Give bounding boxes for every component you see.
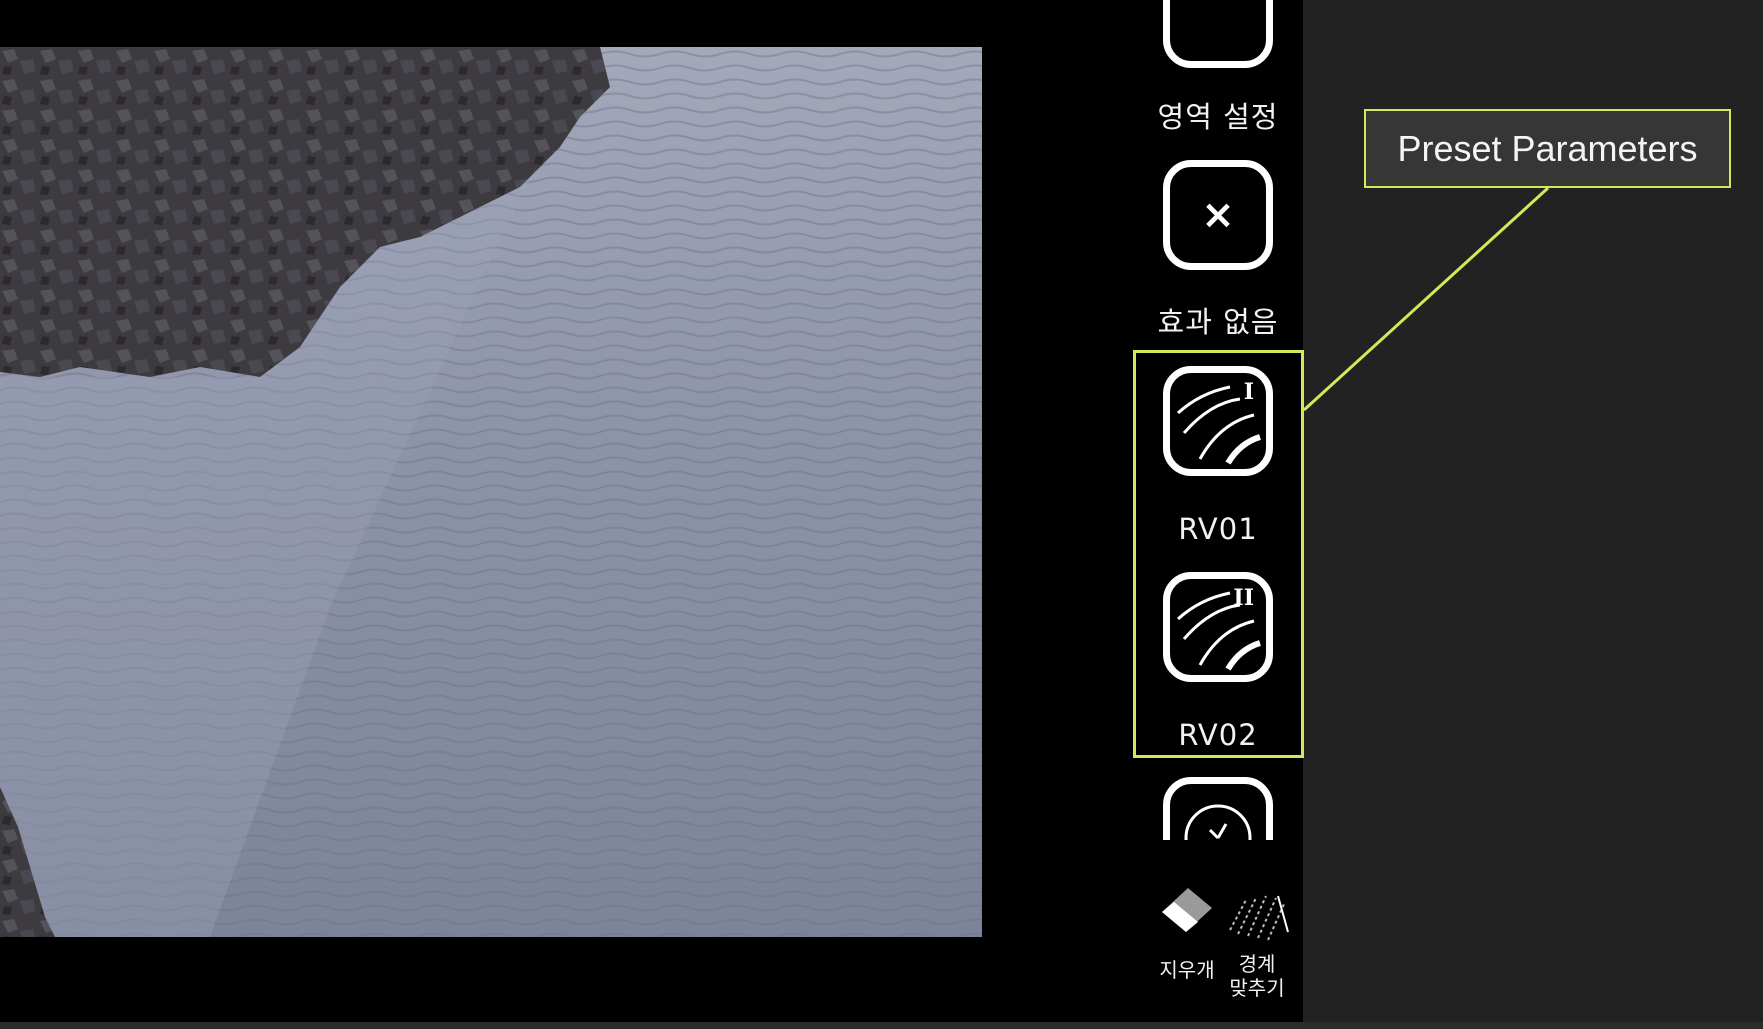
area-setting-icon[interactable] xyxy=(1163,0,1273,68)
photo-image xyxy=(0,47,982,937)
preset-partial-button[interactable] xyxy=(1150,770,1290,840)
eraser-icon xyxy=(1162,888,1212,932)
area-setting-label: 영역 설정 xyxy=(1157,100,1279,134)
app-window: 영역 설정 × 효과 없음 I RV01 II RV02 지우개 경계 맞추기 xyxy=(0,0,1304,1022)
preset-parameters-callout: Preset Parameters xyxy=(1364,109,1731,188)
close-icon: × xyxy=(1201,192,1235,238)
eraser-button[interactable]: 지우개 xyxy=(1152,880,1222,982)
eraser-label: 지우개 xyxy=(1159,958,1215,982)
bottom-strip xyxy=(0,1022,1763,1029)
edge-fit-button[interactable]: 경계 맞추기 xyxy=(1222,880,1292,1000)
edge-fit-icon xyxy=(1229,895,1289,941)
no-effect-label: 효과 없음 xyxy=(1157,305,1279,339)
photo-canvas[interactable] xyxy=(0,47,982,937)
edge-fit-label-line1: 경계 xyxy=(1238,952,1276,976)
preset-highlight-box xyxy=(1133,350,1304,758)
edge-fit-label-line2: 맞추기 xyxy=(1229,976,1285,1000)
no-effect-button[interactable]: × xyxy=(1163,160,1273,270)
clock-icon xyxy=(1163,777,1273,840)
